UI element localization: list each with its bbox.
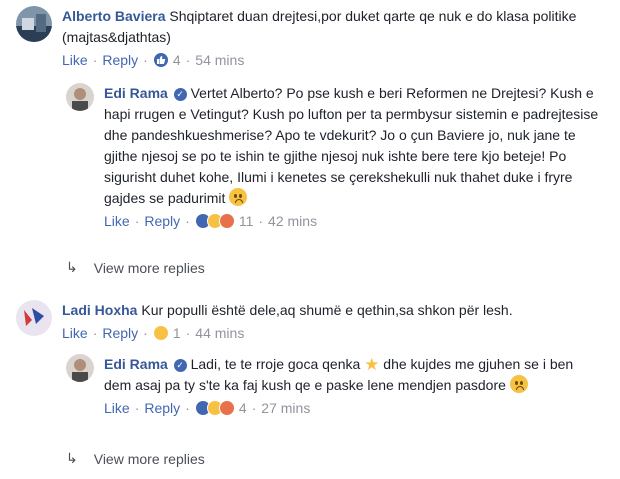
comment-actions: Like · Reply · 1 · 44 mins <box>62 325 245 341</box>
like-button[interactable]: Like <box>62 325 88 341</box>
avatar[interactable] <box>66 83 94 111</box>
comment-text-block: Ladi Hoxha Kur populli është dele,aq shu… <box>62 300 602 321</box>
comment-time[interactable]: 27 mins <box>261 400 310 416</box>
comment-actions: Like · Reply · 4 · 27 mins <box>104 400 311 416</box>
reply-button[interactable]: Reply <box>102 52 138 68</box>
view-more-replies-label[interactable]: View more replies <box>94 451 205 467</box>
comment-author[interactable]: Alberto Baviera <box>62 8 165 24</box>
comment-time[interactable]: 44 mins <box>195 325 244 341</box>
comment-text-part1: Ladi, te te rroje goca qenka <box>190 356 361 372</box>
avatar[interactable] <box>16 6 52 42</box>
like-reaction-icon <box>152 52 169 68</box>
reply-button[interactable]: Reply <box>144 400 180 416</box>
comment-text-block: Alberto Baviera Shqiptaret duan drejtesi… <box>62 6 602 48</box>
upside-down-smile-icon <box>229 188 248 206</box>
comment-text-block: Edi Rama ✓ Ladi, te te rroje goca qenka … <box>104 354 604 396</box>
reply-button[interactable]: Reply <box>102 325 138 341</box>
reply-arrow-icon: ↳ <box>66 259 78 275</box>
reactions[interactable] <box>152 52 169 68</box>
reply-comment: Edi Rama ✓ Ladi, te te rroje goca qenka … <box>66 354 611 418</box>
like-button[interactable]: Like <box>104 400 130 416</box>
view-more-replies[interactable]: ↳ View more replies <box>66 450 205 467</box>
angry-reaction-icon <box>218 213 235 229</box>
reactions[interactable] <box>152 325 169 341</box>
comment-text: Vertet Alberto? Po pse kush e beri Refor… <box>104 85 599 206</box>
angry-reaction-icon <box>218 400 235 416</box>
comment-author[interactable]: Edi Rama <box>104 85 168 101</box>
comment-time[interactable]: 54 mins <box>195 52 244 68</box>
reply-button[interactable]: Reply <box>144 213 180 229</box>
verified-badge-icon: ✓ <box>173 359 187 372</box>
avatar[interactable] <box>66 354 94 382</box>
reaction-count[interactable]: 1 <box>173 325 181 341</box>
comment-actions: Like · Reply · 4 · 54 mins <box>62 52 245 68</box>
comment-author[interactable]: Ladi Hoxha <box>62 302 137 318</box>
verified-badge-icon: ✓ <box>173 88 187 101</box>
comment: Ladi Hoxha Kur populli është dele,aq shu… <box>16 300 611 343</box>
view-more-replies-label[interactable]: View more replies <box>94 260 205 276</box>
like-button[interactable]: Like <box>104 213 130 229</box>
view-more-replies[interactable]: ↳ View more replies <box>66 259 205 276</box>
reply-arrow-icon: ↳ <box>66 450 78 466</box>
reaction-count[interactable]: 11 <box>239 213 254 229</box>
reply-comment: Edi Rama ✓ Vertet Alberto? Po pse kush e… <box>66 83 611 231</box>
avatar[interactable] <box>16 300 52 336</box>
comment-author[interactable]: Edi Rama <box>104 356 168 372</box>
reactions[interactable] <box>194 400 235 416</box>
comment-time[interactable]: 42 mins <box>268 213 317 229</box>
like-button[interactable]: Like <box>62 52 88 68</box>
comment-text: Kur populli është dele,aq shumë e qethin… <box>141 302 513 318</box>
haha-reaction-icon <box>152 325 169 341</box>
comment-text-block: Edi Rama ✓ Vertet Alberto? Po pse kush e… <box>104 83 604 209</box>
star-icon: ★ <box>364 355 380 374</box>
comment-actions: Like · Reply · 11 · 42 mins <box>104 213 318 229</box>
reactions[interactable] <box>194 213 235 229</box>
reaction-count[interactable]: 4 <box>173 52 181 68</box>
reaction-count[interactable]: 4 <box>239 400 247 416</box>
upside-down-smile-icon <box>509 375 528 393</box>
comment: Alberto Baviera Shqiptaret duan drejtesi… <box>16 6 611 70</box>
